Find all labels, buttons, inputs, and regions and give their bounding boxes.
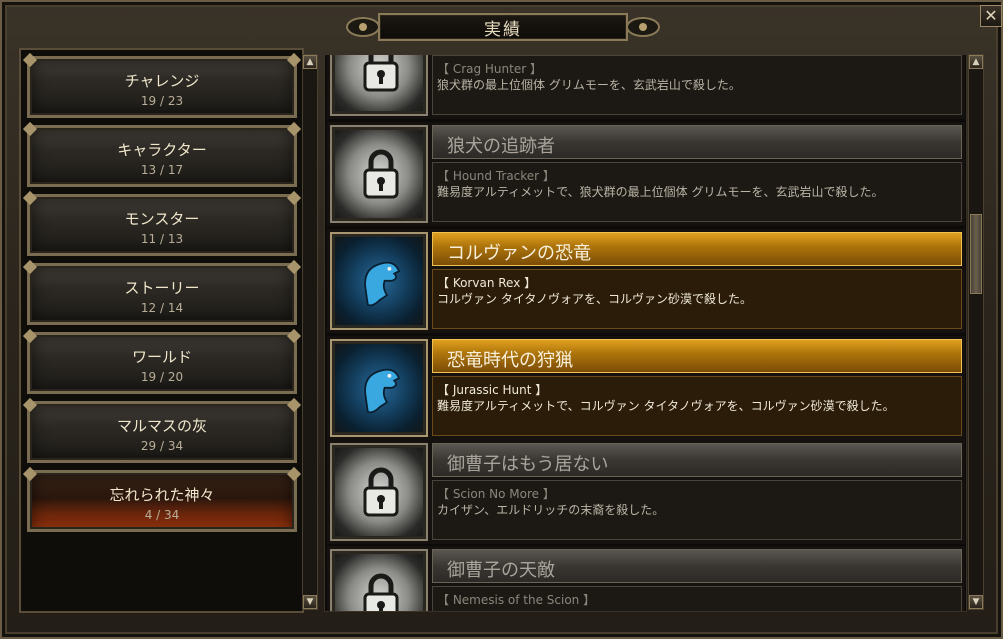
category-forgotten-gods[interactable]: 忘れられた神々 4 / 34 bbox=[27, 470, 297, 532]
achievement-description: 【 Crag Hunter 】 狼犬群の最上位個体 グリムモーを、玄武岩山で殺し… bbox=[432, 55, 962, 115]
title-ornament-left bbox=[346, 17, 380, 37]
achievement-description: 【 Nemesis of the Scion 】 bbox=[432, 586, 962, 611]
category-count: 4 / 34 bbox=[144, 508, 180, 522]
achievement-title-bar: コルヴァンの恐竜 bbox=[432, 232, 962, 266]
title-bar: 実績 bbox=[378, 13, 628, 41]
category-name: ストーリー bbox=[124, 279, 200, 297]
achievement-tag: 【 Hound Tracker 】 bbox=[437, 169, 555, 183]
achievement-desc-text: カイザン、エルドリッチの末裔を殺した。 bbox=[437, 503, 665, 517]
category-world[interactable]: ワールド 19 / 20 bbox=[27, 332, 297, 394]
lock-icon bbox=[330, 443, 428, 541]
scroll-down-arrow-icon[interactable]: ▼ bbox=[303, 595, 317, 609]
category-panel: チャレンジ 19 / 23 キャラクター 13 / 17 モンスター 11 / … bbox=[19, 48, 304, 613]
category-count: 19 / 23 bbox=[140, 94, 184, 108]
category-name: キャラクター bbox=[117, 141, 207, 159]
close-button[interactable]: ✕ bbox=[980, 5, 1002, 27]
achievement-tag: 【 Nemesis of the Scion 】 bbox=[437, 593, 596, 607]
achievement-title-bar: 狼犬の追跡者 bbox=[432, 125, 962, 159]
category-name: ワールド bbox=[131, 348, 192, 366]
achievement-title: 御曹子の天敵 bbox=[447, 560, 555, 581]
scroll-up-arrow-icon[interactable]: ▲ bbox=[969, 55, 983, 69]
achievement-entry[interactable]: 御曹子はもう居ない 【 Scion No More 】 カイザン、エルドリッチの… bbox=[327, 440, 965, 544]
category-count: 11 / 13 bbox=[140, 232, 184, 246]
category-monster[interactable]: モンスター 11 / 13 bbox=[27, 194, 297, 256]
achievement-entry[interactable]: 御曹子の天敵 【 Nemesis of the Scion 】 bbox=[327, 546, 965, 611]
category-count: 19 / 20 bbox=[140, 370, 184, 384]
category-name: 忘れられた神々 bbox=[109, 486, 215, 504]
category-name: チャレンジ bbox=[124, 72, 200, 90]
achievement-tag: 【 Crag Hunter 】 bbox=[437, 62, 542, 76]
achievement-description: 【 Hound Tracker 】 難易度アルティメットで、狼犬群の最上位個体 … bbox=[432, 162, 962, 222]
category-challenge[interactable]: チャレンジ 19 / 23 bbox=[27, 56, 297, 118]
category-name: モンスター bbox=[124, 210, 200, 228]
category-count: 13 / 17 bbox=[140, 163, 184, 177]
category-count: 29 / 34 bbox=[140, 439, 184, 453]
achievement-entry[interactable]: コルヴァンの恐竜 【 Korvan Rex 】 コルヴァン タイタノヴォアを、コ… bbox=[327, 229, 965, 333]
achievement-scrollbar[interactable]: ▲ ▼ bbox=[968, 54, 984, 610]
lock-icon bbox=[330, 549, 428, 611]
window-title: 実績 bbox=[484, 19, 522, 40]
scrollbar-thumb[interactable] bbox=[970, 214, 982, 294]
achievement-title-bar: 恐竜時代の狩猟 bbox=[432, 339, 962, 373]
achievement-tag: 【 Jurassic Hunt 】 bbox=[437, 383, 548, 397]
achievement-list: 【 Crag Hunter 】 狼犬群の最上位個体 グリムモーを、玄武岩山で殺し… bbox=[324, 54, 967, 612]
category-character[interactable]: キャラクター 13 / 17 bbox=[27, 125, 297, 187]
achievement-entry[interactable]: 恐竜時代の狩猟 【 Jurassic Hunt 】 難易度アルティメットで、コル… bbox=[327, 336, 965, 440]
achievement-title: 恐竜時代の狩猟 bbox=[447, 350, 573, 371]
achievement-entry[interactable]: 狼犬の追跡者 【 Hound Tracker 】 難易度アルティメットで、狼犬群… bbox=[327, 122, 965, 226]
achievement-title: コルヴァンの恐竜 bbox=[447, 243, 591, 264]
achievement-title: 狼犬の追跡者 bbox=[447, 136, 555, 157]
achievement-title-bar: 御曹子はもう居ない bbox=[432, 443, 962, 477]
category-count: 12 / 14 bbox=[140, 301, 184, 315]
category-name: マルマスの灰 bbox=[116, 417, 207, 435]
category-scrollbar[interactable]: ▲ ▼ bbox=[302, 54, 318, 610]
category-story[interactable]: ストーリー 12 / 14 bbox=[27, 263, 297, 325]
lock-icon bbox=[330, 125, 428, 223]
title-ornament-right bbox=[626, 17, 660, 37]
achievement-desc-text: 難易度アルティメットで、狼犬群の最上位個体 グリムモーを、玄武岩山で殺した。 bbox=[437, 185, 884, 199]
scroll-up-arrow-icon[interactable]: ▲ bbox=[303, 55, 317, 69]
achievement-description: 【 Jurassic Hunt 】 難易度アルティメットで、コルヴァン タイタノ… bbox=[432, 376, 962, 436]
achievements-window: 実績 ✕ チャレンジ 19 / 23 キャラクター 13 / 17 モンスター … bbox=[0, 0, 1003, 639]
achievement-desc-text: 狼犬群の最上位個体 グリムモーを、玄武岩山で殺した。 bbox=[437, 78, 741, 92]
achievement-entry[interactable]: 【 Crag Hunter 】 狼犬群の最上位個体 グリムモーを、玄武岩山で殺し… bbox=[327, 55, 965, 119]
achievement-desc-text: 難易度アルティメットで、コルヴァン タイタノヴォアを、コルヴァン砂漠で殺した。 bbox=[437, 399, 895, 413]
achievement-description: 【 Scion No More 】 カイザン、エルドリッチの末裔を殺した。 bbox=[432, 480, 962, 540]
achievement-title: 御曹子はもう居ない bbox=[447, 454, 609, 475]
category-ashes-of-malmouth[interactable]: マルマスの灰 29 / 34 bbox=[27, 401, 297, 463]
dinosaur-icon bbox=[330, 232, 428, 330]
achievement-description: 【 Korvan Rex 】 コルヴァン タイタノヴォアを、コルヴァン砂漠で殺し… bbox=[432, 269, 962, 329]
dinosaur-icon bbox=[330, 339, 428, 437]
achievement-tag: 【 Korvan Rex 】 bbox=[437, 276, 537, 290]
lock-icon bbox=[330, 55, 428, 116]
achievement-desc-text: コルヴァン タイタノヴォアを、コルヴァン砂漠で殺した。 bbox=[437, 292, 752, 306]
achievement-title-bar: 御曹子の天敵 bbox=[432, 549, 962, 583]
achievement-tag: 【 Scion No More 】 bbox=[437, 487, 555, 501]
scroll-down-arrow-icon[interactable]: ▼ bbox=[969, 595, 983, 609]
